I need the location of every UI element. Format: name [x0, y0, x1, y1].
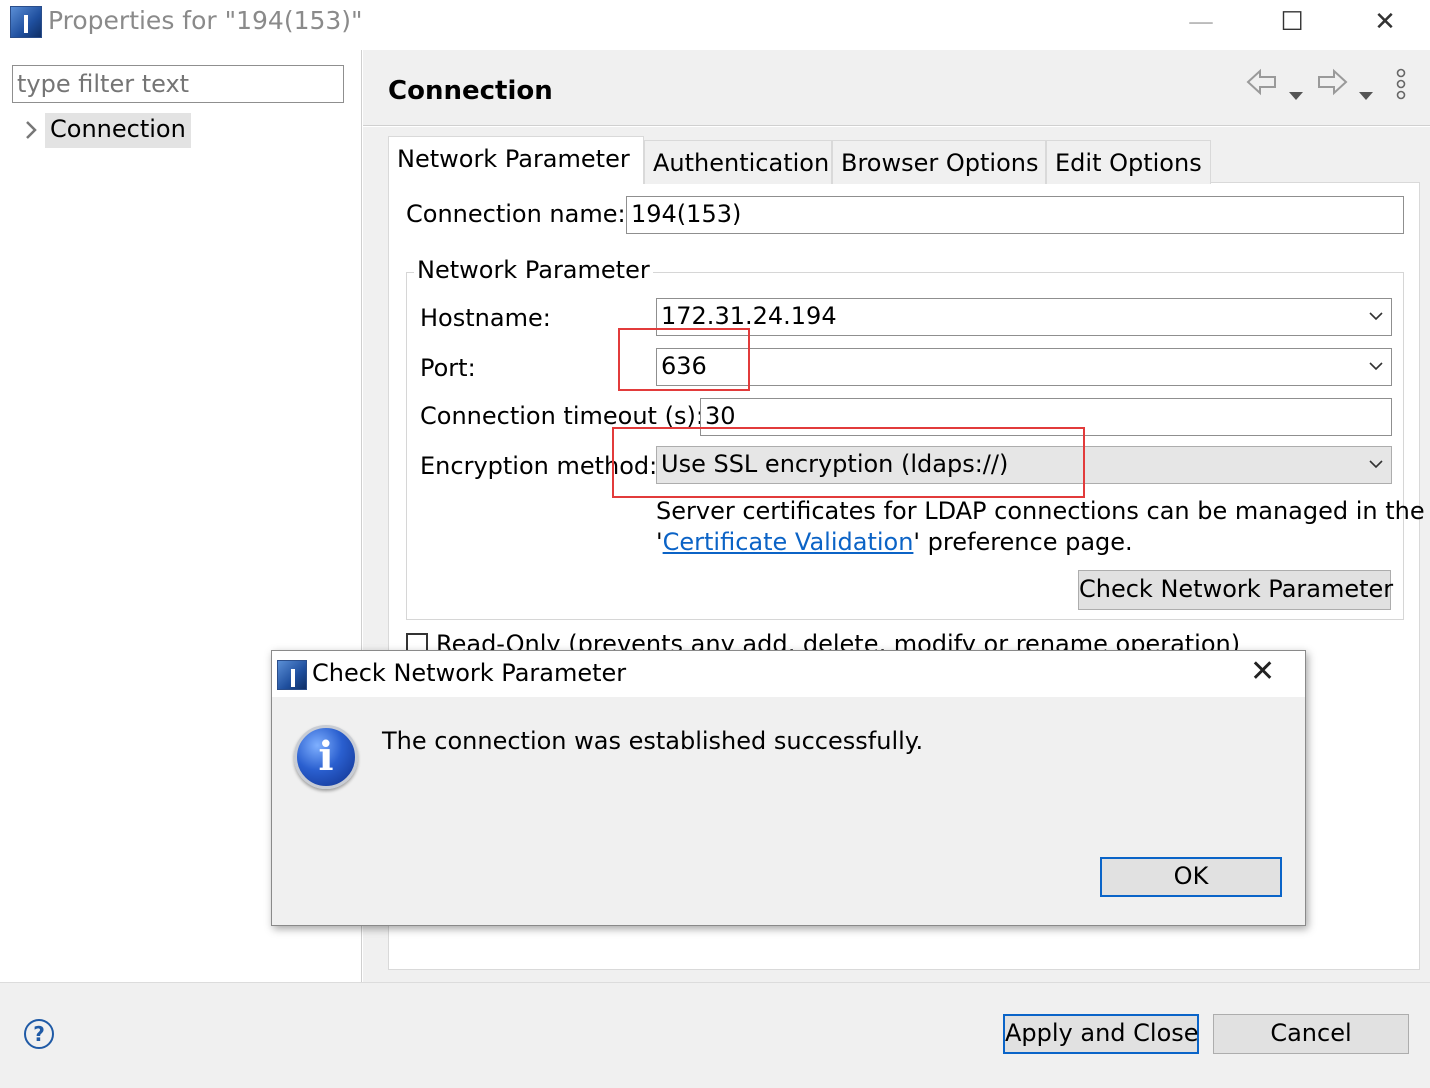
- view-menu-icon[interactable]: [1394, 68, 1408, 107]
- certificate-validation-link[interactable]: Certificate Validation: [663, 528, 914, 556]
- help-icon[interactable]: ?: [24, 1019, 54, 1049]
- check-network-parameter-button[interactable]: Check Network Parameter: [1078, 570, 1393, 610]
- connection-name-label: Connection name:: [406, 200, 626, 228]
- chevron-down-icon[interactable]: [1369, 457, 1383, 471]
- page-title: Connection: [388, 76, 553, 106]
- back-arrow-icon[interactable]: [1246, 68, 1278, 103]
- cert-text-quote: ': [656, 528, 663, 556]
- apply-and-close-button[interactable]: Apply and Close: [1003, 1014, 1199, 1054]
- tree-item-connection[interactable]: Connection: [45, 113, 191, 148]
- hostname-label: Hostname:: [420, 304, 551, 332]
- chevron-right-icon[interactable]: [24, 120, 38, 146]
- highlight-encryption-box: [612, 427, 1085, 498]
- tab-authentication[interactable]: Authentication: [644, 140, 832, 184]
- chevron-down-icon[interactable]: [1369, 359, 1383, 373]
- tab-network-parameter[interactable]: Network Parameter: [388, 136, 644, 184]
- chevron-down-icon[interactable]: [1369, 309, 1383, 323]
- close-button[interactable]: ✕: [1360, 4, 1410, 40]
- group-title: Network Parameter: [414, 256, 653, 284]
- check-network-dialog: Check Network Parameter ✕ i The connecti…: [271, 650, 1306, 926]
- ok-button[interactable]: OK: [1100, 857, 1282, 897]
- dialog-title: Check Network Parameter: [312, 659, 627, 687]
- cert-info-line: 'Certificate Validation' preference page…: [656, 528, 1133, 556]
- cert-text-suffix: ' preference page.: [913, 528, 1133, 556]
- hostname-value: 172.31.24.194: [661, 302, 837, 330]
- cancel-button[interactable]: Cancel: [1213, 1014, 1409, 1054]
- forward-arrow-icon[interactable]: [1316, 68, 1348, 103]
- tab-edit-options[interactable]: Edit Options: [1046, 140, 1211, 184]
- port-label: Port:: [420, 354, 476, 382]
- timeout-label: Connection timeout (s):: [420, 402, 704, 430]
- port-combo[interactable]: 636: [656, 348, 1392, 386]
- hostname-combo[interactable]: 172.31.24.194: [656, 298, 1392, 336]
- dialog-close-button[interactable]: ✕: [1250, 654, 1275, 689]
- tab-browser-options[interactable]: Browser Options: [832, 140, 1046, 184]
- maximize-button[interactable]: ☐: [1267, 4, 1317, 40]
- window-title: Properties for "194(153)": [48, 6, 363, 35]
- dropdown-icon[interactable]: [1288, 76, 1304, 109]
- connection-name-field[interactable]: 194(153): [626, 196, 1404, 234]
- filter-input[interactable]: [12, 65, 344, 103]
- cert-info-text: Server certificates for LDAP connections…: [656, 497, 1425, 525]
- dropdown-icon[interactable]: [1358, 76, 1374, 109]
- app-icon: [10, 6, 42, 38]
- app-icon: [277, 660, 307, 690]
- minimize-button[interactable]: —: [1176, 4, 1226, 40]
- highlight-port-box: [618, 328, 750, 391]
- dialog-message: The connection was established successfu…: [382, 727, 924, 755]
- info-icon: i: [294, 725, 358, 789]
